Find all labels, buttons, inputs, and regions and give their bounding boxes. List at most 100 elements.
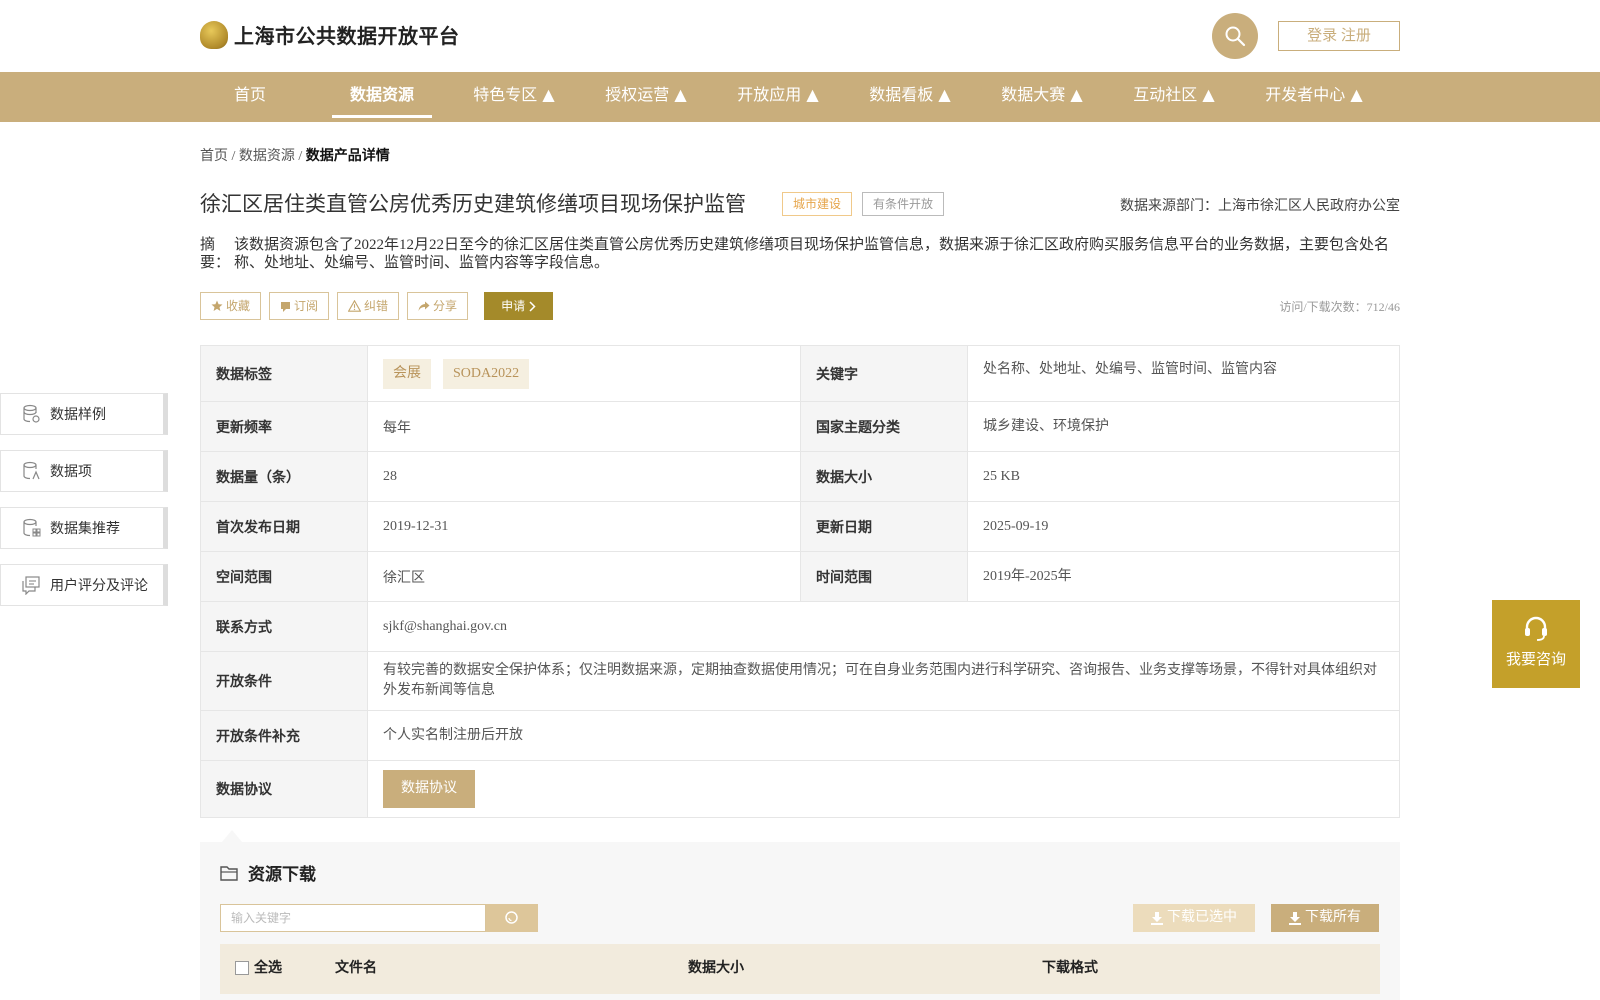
share-button[interactable]: 分享 <box>407 292 469 320</box>
visit-download-count: 访问/下载次数：712/46 <box>1279 300 1400 314</box>
time-range-label: 时间范围 <box>801 552 968 601</box>
file-search-input[interactable]: 输入关键字 <box>220 904 486 932</box>
nav-community[interactable]: 互动社区 ▲ <box>1124 72 1224 122</box>
dataset-summary: 摘要： 该数据资源包含了2022年12月22日至今的徐汇区居住类直管公房优秀历史… <box>200 236 1400 272</box>
data-tag[interactable]: 会展 <box>383 358 431 389</box>
contact-label: 联系方式 <box>201 602 368 651</box>
agreement-value: 数据协议 <box>368 761 1399 817</box>
share-icon <box>418 301 430 311</box>
chevron-right-icon <box>529 300 536 312</box>
database-icon <box>23 404 40 423</box>
info-row: 开放条件 有较完善的数据安全保护体系；仅注明数据来源，定期抽查数据使用情况；可在… <box>201 652 1399 711</box>
info-row: 首次发布日期 2019-12-31 更新日期 2025-09-19 <box>201 502 1399 552</box>
open-conditions-label: 开放条件 <box>201 652 368 710</box>
consult-button[interactable]: 我要咨询 <box>1492 600 1580 688</box>
side-item-data-sample[interactable]: 数据样例 <box>0 393 168 435</box>
nav-special-zone[interactable]: 特色专区 ▲ <box>464 72 564 122</box>
file-search-button[interactable] <box>486 904 538 932</box>
access-tag: 有条件开放 <box>862 192 945 216</box>
info-row: 空间范围 徐汇区 时间范围 2019年-2025年 <box>201 552 1399 602</box>
report-error-label: 纠错 <box>364 299 389 313</box>
download-selected-button[interactable]: 下载已选中 <box>1133 904 1255 932</box>
spatial-range-value: 徐汇区 <box>368 552 801 601</box>
info-row: 联系方式 sjkf@shanghai.gov.cn <box>201 602 1399 652</box>
download-selected-label: 下载已选中 <box>1167 910 1237 925</box>
site-logo[interactable]: 上海市公共数据开放平台 <box>200 20 460 49</box>
nav-home[interactable]: 首页 <box>200 72 300 122</box>
side-item-label: 数据项 <box>50 465 92 480</box>
nav-dashboard[interactable]: 数据看板 ▲ <box>860 72 960 122</box>
folder-icon <box>220 865 238 881</box>
download-title: 资源下载 <box>220 860 316 885</box>
data-tag[interactable]: SODA2022 <box>443 358 530 389</box>
frequency-value: 每年 <box>368 402 801 451</box>
summary-label: 摘要： <box>200 237 231 271</box>
file-table-header: 全选 文件名 数据大小 下载格式 <box>220 944 1380 994</box>
summary-text: 该数据资源包含了2022年12月22日至今的徐汇区居住类直管公房优秀历史建筑修缮… <box>234 237 1390 271</box>
subscribe-label: 订阅 <box>294 299 319 313</box>
report-error-button[interactable]: 纠错 <box>337 292 400 320</box>
section-notch <box>222 830 242 842</box>
share-label: 分享 <box>433 299 458 313</box>
nav-competition[interactable]: 数据大赛 ▲ <box>992 72 1092 122</box>
main-nav: 首页 数据资源 特色专区 ▲ 授权运营 ▲ 开放应用 ▲ 数据看板 ▲ 数据大赛… <box>0 72 1600 122</box>
download-icon <box>1289 911 1301 925</box>
select-all-label: 全选 <box>254 961 282 976</box>
breadcrumb-section[interactable]: 数据资源 <box>239 149 295 164</box>
star-icon <box>211 300 223 311</box>
download-all-button[interactable]: 下载所有 <box>1271 904 1379 932</box>
tags-value: 会展 SODA2022 <box>368 346 801 401</box>
side-item-data-fields[interactable]: 数据项 <box>0 450 168 492</box>
action-bar: 收藏 订阅 纠错 分享 申请 <box>200 292 554 320</box>
info-row: 数据标签 会展 SODA2022 关键字 处名称、处地址、处编号、监管时间、监管… <box>201 346 1399 402</box>
info-row: 数据协议 数据协议 <box>201 761 1399 817</box>
select-all-checkbox[interactable] <box>235 960 249 975</box>
subscribe-button[interactable]: 订阅 <box>269 292 330 320</box>
nav-data-resources[interactable]: 数据资源 <box>332 72 432 122</box>
source-department: 数据来源部门：上海市徐汇区人民政府办公室 <box>1120 199 1400 214</box>
breadcrumb: 首页 / 数据资源 / 数据产品详情 <box>200 145 390 165</box>
site-header: 上海市公共数据开放平台 登录 注册 <box>0 0 1600 72</box>
open-conditions-extra-label: 开放条件补充 <box>201 711 368 760</box>
nav-developer-center[interactable]: 开发者中心 ▲ <box>1256 72 1372 122</box>
breadcrumb-current: 数据产品详情 <box>305 149 390 164</box>
data-size-value: 25 KB <box>983 468 1020 484</box>
logo-icon <box>200 20 228 49</box>
search-button[interactable] <box>1212 13 1258 59</box>
apply-button[interactable]: 申请 <box>484 292 554 320</box>
breadcrumb-separator: / <box>294 149 306 164</box>
nav-open-apps[interactable]: 开放应用 ▲ <box>728 72 828 122</box>
info-row: 数据量（条） 28 数据大小 25 KB <box>201 452 1399 502</box>
download-icon <box>1151 911 1163 925</box>
frequency-label: 更新频率 <box>201 402 368 451</box>
tags-label: 数据标签 <box>201 346 368 401</box>
apply-label: 申请 <box>501 299 526 313</box>
comment-icon <box>22 576 40 595</box>
theme-value: 城乡建设、环境保护 <box>983 418 1109 434</box>
download-title-text: 资源下载 <box>248 865 316 885</box>
column-data-size: 数据大小 <box>688 961 744 976</box>
side-item-label: 用户评分及评论 <box>50 579 148 594</box>
breadcrumb-home[interactable]: 首页 <box>200 149 228 164</box>
data-agreement-button[interactable]: 数据协议 <box>383 770 475 808</box>
search-icon <box>1225 26 1246 47</box>
record-count-value: 28 <box>368 452 801 501</box>
contact-value: sjkf@shanghai.gov.cn <box>383 618 507 634</box>
login-register-button[interactable]: 登录 注册 <box>1278 21 1400 51</box>
column-download-format: 下载格式 <box>1042 961 1098 976</box>
select-all-cell[interactable]: 全选 <box>235 944 282 994</box>
first-publish-value: 2019-12-31 <box>368 502 801 551</box>
agreement-label: 数据协议 <box>201 761 368 817</box>
first-publish-label: 首次发布日期 <box>201 502 368 551</box>
nav-authorized-ops[interactable]: 授权运营 ▲ <box>596 72 696 122</box>
open-conditions-extra-value: 个人实名制注册后开放 <box>383 727 523 743</box>
spatial-range-label: 空间范围 <box>201 552 368 601</box>
keywords-value: 处名称、处地址、处编号、监管时间、监管内容 <box>983 362 1277 377</box>
favorite-button[interactable]: 收藏 <box>200 292 262 320</box>
site-title: 上海市公共数据开放平台 <box>234 24 460 48</box>
download-all-label: 下载所有 <box>1305 910 1361 925</box>
side-item-dataset-recommend[interactable]: 数据集推荐 <box>0 507 168 549</box>
side-item-label: 数据样例 <box>50 408 106 423</box>
side-item-ratings-comments[interactable]: 用户评分及评论 <box>0 564 168 606</box>
update-date-value: 2025-09-19 <box>983 518 1049 534</box>
